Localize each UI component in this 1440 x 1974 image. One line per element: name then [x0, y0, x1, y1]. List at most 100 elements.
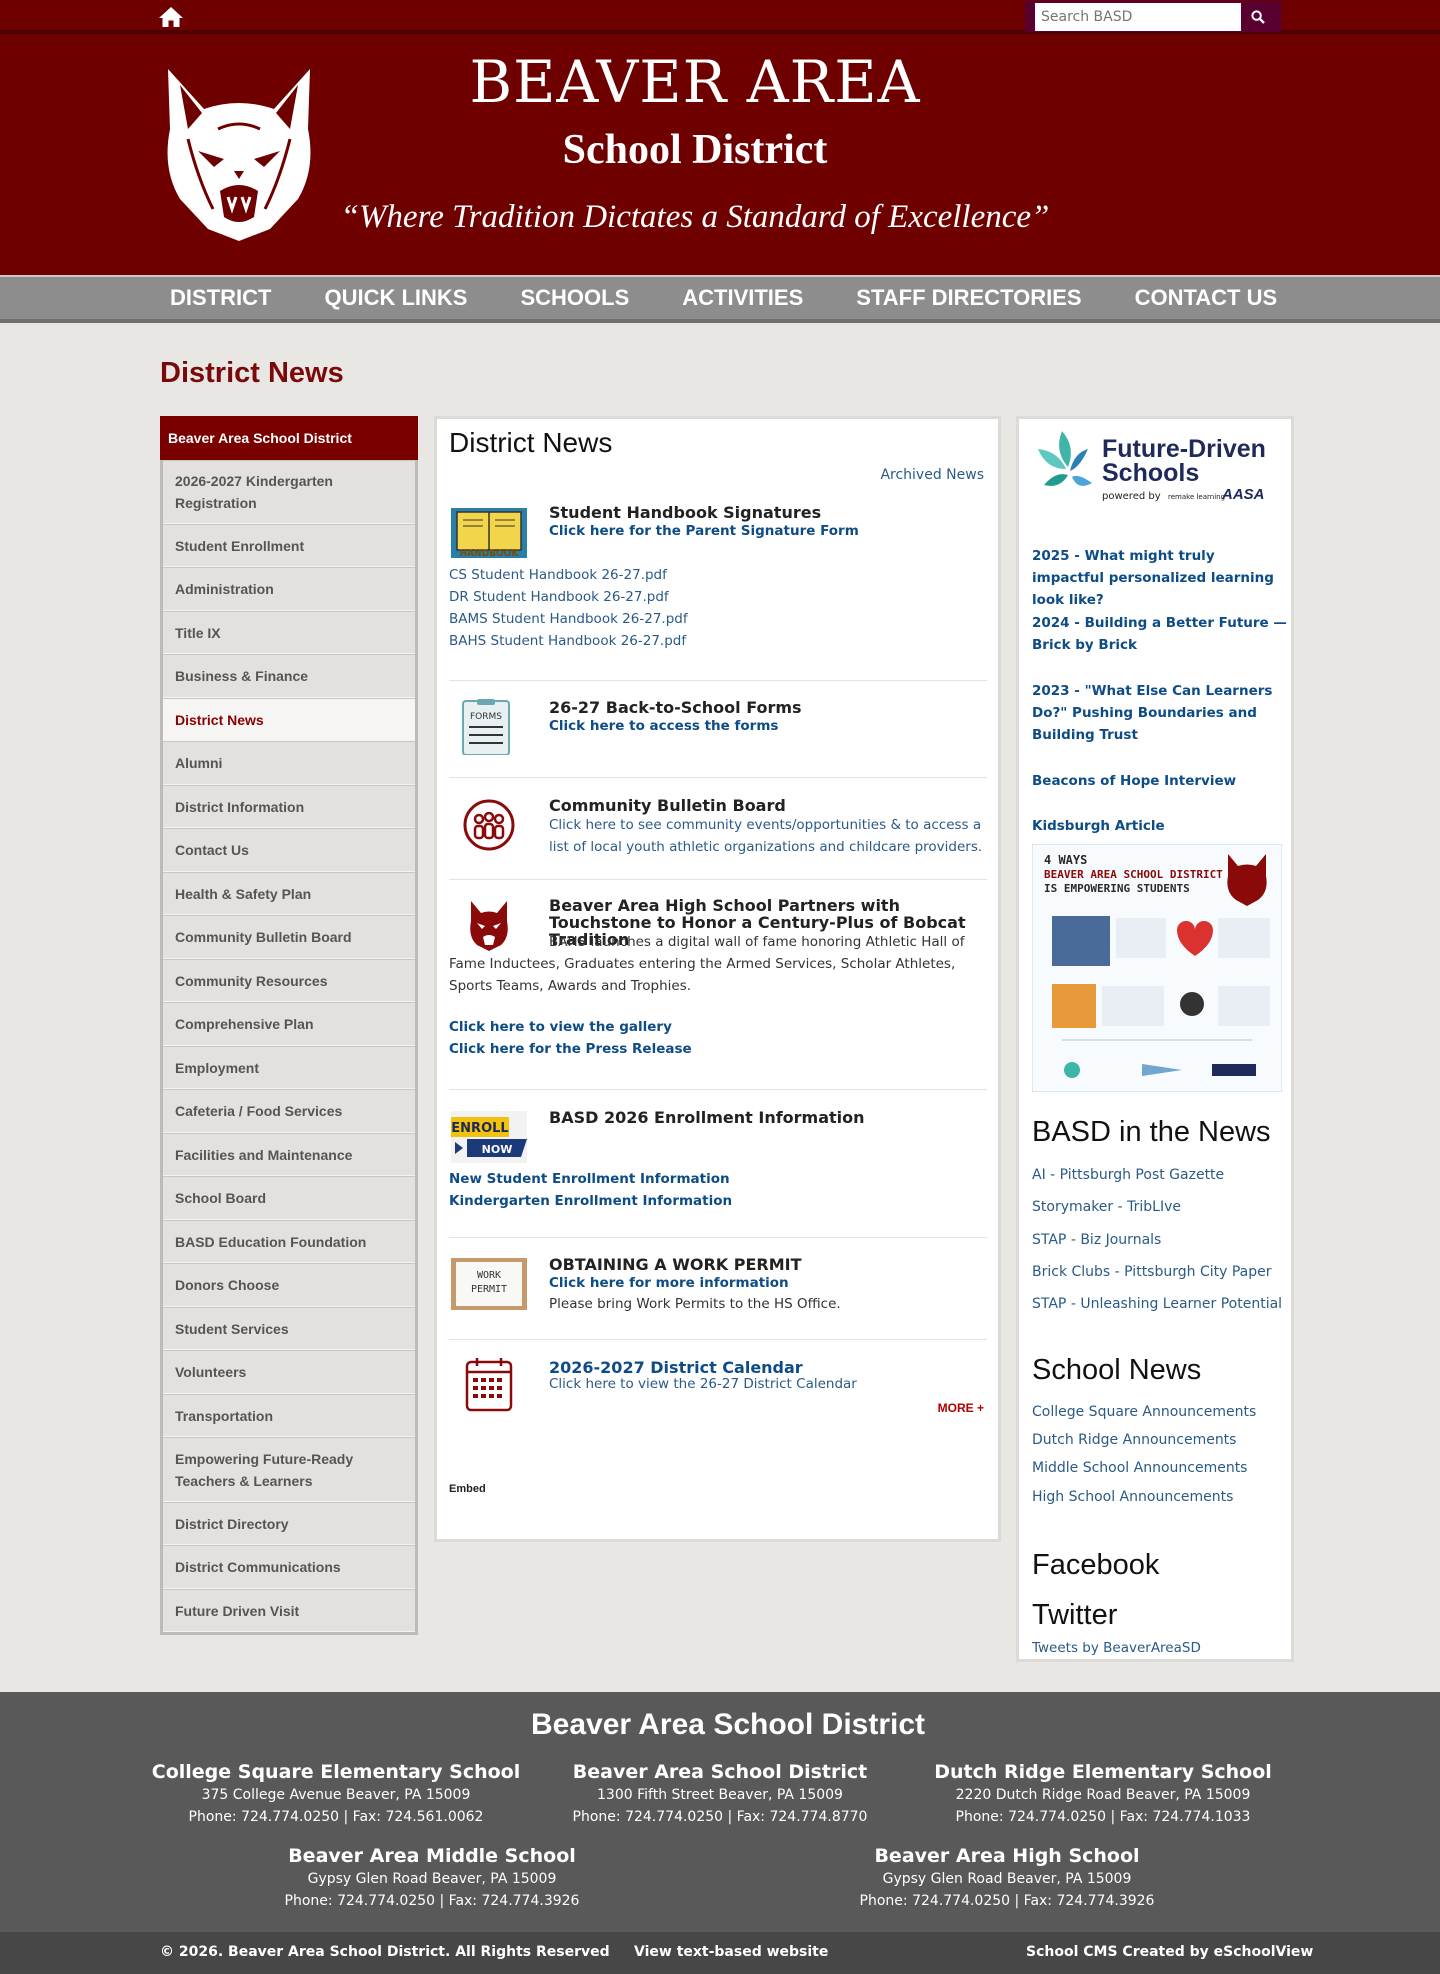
fds-link-2024[interactable]: 2024 - Building a Better Future — Brick …	[1032, 612, 1287, 656]
news-item-bulletin: Community Bulletin Board Click here to s…	[449, 797, 987, 867]
nav-quick-links[interactable]: QUICK LINKS	[324, 277, 467, 319]
work-permit-icon[interactable]: WORK PERMIT	[449, 1256, 529, 1312]
school-news-link-middle-school[interactable]: Middle School Announcements	[1032, 1460, 1247, 1476]
poster-aasa-logo	[1212, 1064, 1256, 1076]
sidebar-item-school-board[interactable]: School Board	[163, 1176, 415, 1220]
work-permit-link[interactable]: Click here for more information	[549, 1275, 789, 1291]
kidsburgh-article-link[interactable]: Kidsburgh Article	[1032, 815, 1287, 837]
press-release-link[interactable]: Click here for the Press Release	[449, 1041, 692, 1057]
parent-signature-link[interactable]: Click here for the Parent Signature Form	[549, 523, 859, 539]
sidebar-item-cafeteria[interactable]: Cafeteria / Food Services	[163, 1089, 415, 1133]
svg-text:ENROLL: ENROLL	[451, 1121, 508, 1136]
sidebar-item-future-ready[interactable]: Empowering Future-Ready Teachers & Learn…	[163, 1437, 415, 1502]
sidebar-heading[interactable]: Beaver Area School District	[160, 416, 418, 460]
handbook-file-cs[interactable]: CS Student Handbook 26-27.pdf	[449, 564, 688, 586]
sidebar-item-health-safety[interactable]: Health & Safety Plan	[163, 872, 415, 915]
svg-text:IS EMPOWERING STUDENTS: IS EMPOWERING STUDENTS	[1044, 882, 1190, 895]
calendar-icon[interactable]	[449, 1358, 529, 1414]
in-news-link-brick-clubs[interactable]: Brick Clubs - Pittsburgh City Paper	[1032, 1264, 1272, 1280]
eschoolview-link[interactable]: School CMS Created by eSchoolView	[1026, 1944, 1313, 1960]
in-news-link-storymaker[interactable]: Storymaker - TribLIve	[1032, 1199, 1181, 1215]
handbook-file-bams[interactable]: BAMS Student Handbook 26-27.pdf	[449, 608, 688, 630]
sidebar-item-alumni[interactable]: Alumni	[163, 741, 415, 785]
footer-title: Beaver Area School District	[530, 1708, 926, 1741]
sidebar-item-community-bulletin[interactable]: Community Bulletin Board	[163, 915, 415, 959]
beacons-of-hope-link[interactable]: Beacons of Hope Interview	[1032, 770, 1287, 792]
sidebar-item-donors-choose[interactable]: Donors Choose	[163, 1263, 415, 1307]
empowering-students-poster[interactable]: 4 WAYS BEAVER AREA SCHOOL DISTRICT IS EM…	[1032, 844, 1282, 1092]
divider	[449, 680, 987, 681]
sidebar-item-volunteers[interactable]: Volunteers	[163, 1350, 415, 1394]
nav-district[interactable]: DISTRICT	[170, 277, 271, 319]
sidebar-item-student-enrollment[interactable]: Student Enrollment	[163, 524, 415, 567]
site-header: BEAVER AREA School District “Where Tradi…	[0, 34, 1440, 275]
news-item-forms: FORMS 26-27 Back-to-School Forms Click h…	[449, 699, 987, 769]
school-news-heading: School News	[1032, 1354, 1202, 1386]
sidebar-item-education-foundation[interactable]: BASD Education Foundation	[163, 1220, 415, 1263]
footer-school-address: 2220 Dutch Ridge Road Beaver, PA 15009	[955, 1787, 1251, 1803]
search-input[interactable]	[1035, 2, 1241, 31]
tweets-link[interactable]: Tweets by BeaverAreaSD	[1032, 1640, 1201, 1656]
news-panel: District News Archived News HANDBOOK Stu…	[434, 416, 1001, 1542]
sidebar-item-district-information[interactable]: District Information	[163, 785, 415, 828]
calendar-link[interactable]: Click here to view the 26-27 District Ca…	[549, 1373, 857, 1395]
sidebar-item-title-ix[interactable]: Title IX	[163, 611, 415, 654]
kindergarten-enrollment-link[interactable]: Kindergarten Enrollment Information	[449, 1193, 732, 1209]
text-based-website-link[interactable]: View text-based website	[634, 1944, 828, 1960]
forms-link[interactable]: Click here to access the forms	[549, 718, 778, 734]
sidebar-item-kindergarten-registration[interactable]: 2026-2027 Kindergarten Registration	[163, 460, 415, 524]
work-permit-title: OBTAINING A WORK PERMIT	[549, 1255, 802, 1274]
main-nav: DISTRICT QUICK LINKS SCHOOLS ACTIVITIES …	[0, 275, 1440, 323]
footer-school-address: 1300 Fifth Street Beaver, PA 15009	[597, 1787, 843, 1803]
search-button[interactable]	[1241, 3, 1275, 31]
forms-clipboard-icon[interactable]: FORMS	[449, 699, 529, 755]
home-icon[interactable]	[158, 6, 184, 28]
footer-school-phone: Phone: 724.774.0250 | Fax: 724.561.0062	[188, 1809, 484, 1825]
in-news-link-stap-unleashing[interactable]: STAP - Unleashing Learner Potential	[1032, 1296, 1282, 1312]
handbook-file-dr[interactable]: DR Student Handbook 26-27.pdf	[449, 586, 688, 608]
sidebar-item-business-finance[interactable]: Business & Finance	[163, 654, 415, 698]
sidebar-item-contact-us[interactable]: Contact Us	[163, 828, 415, 872]
sidebar-item-transportation[interactable]: Transportation	[163, 1394, 415, 1437]
handbook-file-bahs[interactable]: BAHS Student Handbook 26-27.pdf	[449, 630, 688, 652]
sidebar-item-student-services[interactable]: Student Services	[163, 1307, 415, 1350]
sidebar-item-district-directory[interactable]: District Directory	[163, 1502, 415, 1545]
sidebar-item-district-communications[interactable]: District Communications	[163, 1545, 415, 1589]
divider	[449, 777, 987, 778]
sidebar-item-future-driven-visit[interactable]: Future Driven Visit	[163, 1589, 415, 1632]
archived-news-link[interactable]: Archived News	[880, 467, 984, 483]
nav-staff-directories[interactable]: STAFF DIRECTORIES	[856, 277, 1081, 319]
sidebar-item-employment[interactable]: Employment	[163, 1046, 415, 1089]
gallery-link[interactable]: Click here to view the gallery	[449, 1019, 672, 1035]
fds-link-2025[interactable]: 2025 - What might truly impactful person…	[1032, 545, 1287, 611]
svg-text:HANDBOOK: HANDBOOK	[460, 549, 520, 559]
sidebar-item-district-news[interactable]: District News	[163, 698, 415, 741]
sidebar-item-comprehensive-plan[interactable]: Comprehensive Plan	[163, 1002, 415, 1046]
nav-schools[interactable]: SCHOOLS	[520, 277, 629, 319]
in-news-link-stap-biz[interactable]: STAP - Biz Journals	[1032, 1232, 1161, 1248]
sidebar-item-administration[interactable]: Administration	[163, 567, 415, 611]
footer-school-address: 375 College Avenue Beaver, PA 15009	[201, 1787, 471, 1803]
new-student-enrollment-link[interactable]: New Student Enrollment Information	[449, 1171, 730, 1187]
district-title: BEAVER AREA	[469, 48, 921, 116]
fds-link-2023[interactable]: 2023 - "What Else Can Learners Do?" Push…	[1032, 680, 1287, 746]
school-news-link-college-square[interactable]: College Square Announcements	[1032, 1404, 1256, 1420]
top-bar	[0, 0, 1440, 34]
sidebar-item-facilities[interactable]: Facilities and Maintenance	[163, 1133, 415, 1176]
sidebar-item-community-resources[interactable]: Community Resources	[163, 959, 415, 1002]
more-news-link[interactable]: MORE +	[938, 1401, 984, 1415]
nav-contact-us[interactable]: CONTACT US	[1135, 277, 1278, 319]
future-driven-schools-logo[interactable]: Future-Driven Schools powered by remake …	[1032, 427, 1282, 507]
right-sidebar: Future-Driven Schools powered by remake …	[1016, 416, 1294, 1662]
bulletin-title: Community Bulletin Board	[549, 796, 786, 815]
footer-school-address: Gypsy Glen Road Beaver, PA 15009	[307, 1871, 557, 1887]
community-people-icon[interactable]	[449, 797, 529, 853]
nav-activities[interactable]: ACTIVITIES	[682, 277, 803, 319]
enroll-now-icon[interactable]: ENROLL NOW	[449, 1109, 529, 1165]
bulletin-link[interactable]: Click here to see community events/oppor…	[549, 814, 989, 858]
handbook-icon[interactable]: HANDBOOK	[449, 504, 529, 560]
svg-text:NOW: NOW	[482, 1143, 513, 1156]
school-news-link-dutch-ridge[interactable]: Dutch Ridge Announcements	[1032, 1432, 1236, 1448]
school-news-link-high-school[interactable]: High School Announcements	[1032, 1489, 1233, 1505]
in-news-link-ai[interactable]: AI - Pittsburgh Post Gazette	[1032, 1167, 1224, 1183]
